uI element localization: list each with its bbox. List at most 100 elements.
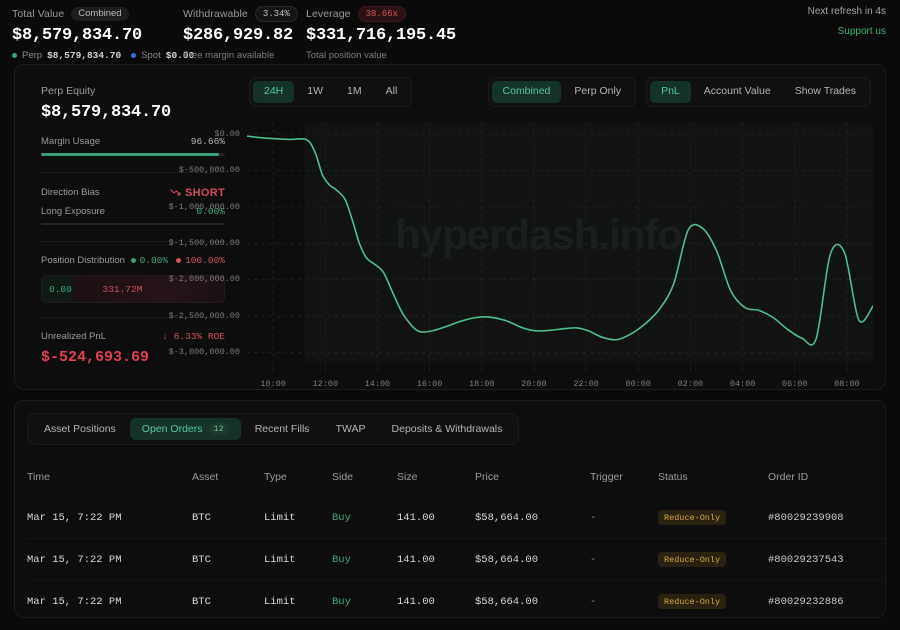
cell-trigger: - xyxy=(590,580,658,617)
mode-button-perp-only[interactable]: Perp Only xyxy=(563,81,632,103)
total-value-amount: $8,579,834.70 xyxy=(12,26,143,45)
margin-usage-bar-fill xyxy=(41,153,219,156)
cell-trigger: - xyxy=(590,538,658,581)
chart-toolbar: 24H 1W 1M All Combined Perp Only PnL Account … xyxy=(247,77,873,107)
tab-label: Deposits & Withdrawals xyxy=(391,423,503,435)
total-value-label: Total Value xyxy=(12,8,65,20)
col-side: Side xyxy=(332,471,354,483)
cell-size: 141.00 xyxy=(397,538,475,581)
cell-asset: BTC xyxy=(192,511,211,524)
status-badge: Reduce-Only xyxy=(658,510,727,525)
dist-long-pct: 0.00% xyxy=(139,255,169,266)
cell-type: Limit xyxy=(264,538,332,581)
long-legend-dot-icon xyxy=(130,258,136,263)
col-asset: Asset xyxy=(192,471,219,483)
total-value-badge: Combined xyxy=(71,6,129,22)
spot-dot-icon xyxy=(131,53,137,58)
stat-leverage: Leverage 38.66x $331,716,195.45 Total po… xyxy=(306,6,457,61)
table-body: Mar 15, 7:22 PM BTC Limit Buy 141.00 $58,664.… xyxy=(27,497,885,617)
y-axis-tick: $-2,000,000.00 xyxy=(168,274,240,285)
x-axis-tick: 00:00 xyxy=(625,378,652,389)
cell-size: 141.00 xyxy=(397,511,435,524)
status-badge: Reduce-Only xyxy=(658,594,727,609)
cell-price: $58,664.00 xyxy=(475,511,539,524)
chart-column: 24H 1W 1M All Combined Perp Only PnL Account … xyxy=(169,77,873,389)
cell-asset: BTC xyxy=(192,580,264,617)
top-summary-bar: Total Value Combined $8,579,834.70 Perp … xyxy=(0,0,900,64)
tab-deposits-withdrawals[interactable]: Deposits & Withdrawals xyxy=(380,418,515,440)
cell-trigger: - xyxy=(590,511,597,524)
col-price: Price xyxy=(475,471,499,483)
orders-panel: Asset Positions Open Orders 12 Recent Fills… xyxy=(14,400,886,618)
unrealized-pnl-label: Unrealized PnL xyxy=(41,331,106,342)
orders-tab-bar[interactable]: Asset Positions Open Orders 12 Recent Fills… xyxy=(27,413,520,445)
y-axis-tick: $0.00 xyxy=(214,128,240,139)
series-button-pnl[interactable]: PnL xyxy=(650,81,691,103)
table-row[interactable]: Mar 15, 7:22 PM BTC Limit Buy 141.00 $58,664.… xyxy=(27,580,885,617)
x-axis-tick: 14:00 xyxy=(364,378,391,389)
chart-series-group[interactable]: PnL Account Value Show Trades xyxy=(646,77,871,107)
stat-total-value: Total Value Combined $8,579,834.70 Perp … xyxy=(12,6,194,61)
x-axis-tick: 16:00 xyxy=(416,378,443,389)
spot-label: Spot xyxy=(141,50,161,61)
direction-bias-value: SHORT xyxy=(170,187,225,199)
trend-down-icon xyxy=(170,189,181,196)
cell-asset: BTC xyxy=(192,538,264,581)
col-time: Time xyxy=(27,471,50,483)
series-button-account-value[interactable]: Account Value xyxy=(693,81,782,103)
cell-side: Buy xyxy=(332,580,397,617)
col-trigger: Trigger xyxy=(590,471,623,483)
cell-price: $58,664.00 xyxy=(475,538,590,581)
time-range-group[interactable]: 24H 1W 1M All xyxy=(249,77,413,107)
perp-value: $8,579,834.70 xyxy=(47,50,122,61)
tab-asset-positions[interactable]: Asset Positions xyxy=(32,418,128,440)
perp-equity-label: Perp Equity xyxy=(41,85,96,97)
roe-text: 6.33% ROE xyxy=(173,331,225,342)
y-axis-tick: $-2,500,000.00 xyxy=(168,310,240,321)
chart-mode-group[interactable]: Combined Perp Only xyxy=(487,77,637,107)
status-badge: Reduce-Only xyxy=(658,552,727,567)
direction-bias-label: Direction Bias xyxy=(41,187,100,198)
tab-twap[interactable]: TWAP xyxy=(324,418,378,440)
cell-time: Mar 15, 7:22 PM xyxy=(27,538,192,581)
series-button-show-trades[interactable]: Show Trades xyxy=(784,81,867,103)
range-button-1w[interactable]: 1W xyxy=(296,81,334,103)
x-axis-tick: 08:00 xyxy=(834,378,860,389)
margin-usage-bar xyxy=(41,153,225,156)
table-row[interactable]: Mar 15, 7:22 PM BTC Limit Buy 141.00 $58,664.… xyxy=(27,497,885,539)
tab-label: Asset Positions xyxy=(44,423,116,435)
x-axis-tick: 02:00 xyxy=(677,378,704,389)
long-exposure-bar xyxy=(41,222,225,225)
cell-time: Mar 15, 7:22 PM xyxy=(27,580,192,617)
x-axis-tick: 04:00 xyxy=(729,378,756,389)
metrics-column: Perp Equity $8,579,834.70 Margin Usage 9… xyxy=(27,77,237,377)
pnl-chart[interactable]: hyperdash.info $0.00 $-500,000.00 $-1,000,… xyxy=(169,122,873,389)
table-row[interactable]: Mar 15, 7:22 PM BTC Limit Buy 141.00 $58,664.… xyxy=(27,538,885,581)
range-button-1m[interactable]: 1M xyxy=(336,81,373,103)
cell-type: Limit xyxy=(264,511,296,524)
x-axis-tick: 06:00 xyxy=(781,378,808,389)
x-axis-tick: 22:00 xyxy=(573,378,599,389)
mode-button-combined[interactable]: Combined xyxy=(491,81,562,103)
cell-side: Buy xyxy=(332,511,351,524)
tab-open-orders[interactable]: Open Orders 12 xyxy=(129,418,241,440)
leverage-badge: 38.66x xyxy=(357,6,406,22)
support-us-link[interactable]: Support us xyxy=(808,26,886,37)
y-axis-tick: $-500,000.00 xyxy=(178,165,240,176)
withdrawable-amount: $286,929.82 xyxy=(183,26,294,45)
stat-withdrawable: Withdrawable 3.34% $286,929.82 Free marg… xyxy=(183,6,298,61)
col-order-id: Order ID xyxy=(768,471,809,483)
position-distribution-legend: 0.00% 100.00% xyxy=(130,255,225,266)
dist-long-segment: 0.00 xyxy=(42,276,73,302)
range-button-24h[interactable]: 24H xyxy=(253,81,295,103)
leverage-label: Leverage xyxy=(306,8,351,20)
y-axis-tick: $-1,500,000.00 xyxy=(168,237,240,248)
leverage-amount: $331,716,195.45 xyxy=(306,26,457,45)
cell-order-id: #80029237543 xyxy=(768,538,885,581)
tab-count-badge: 12 xyxy=(208,423,229,435)
tab-recent-fills[interactable]: Recent Fills xyxy=(243,418,322,440)
x-axis-tick: 10:00 xyxy=(260,378,286,389)
cell-size: 141.00 xyxy=(397,580,475,617)
range-button-all[interactable]: All xyxy=(375,81,409,103)
cell-order-id: #80029239908 xyxy=(768,511,844,524)
